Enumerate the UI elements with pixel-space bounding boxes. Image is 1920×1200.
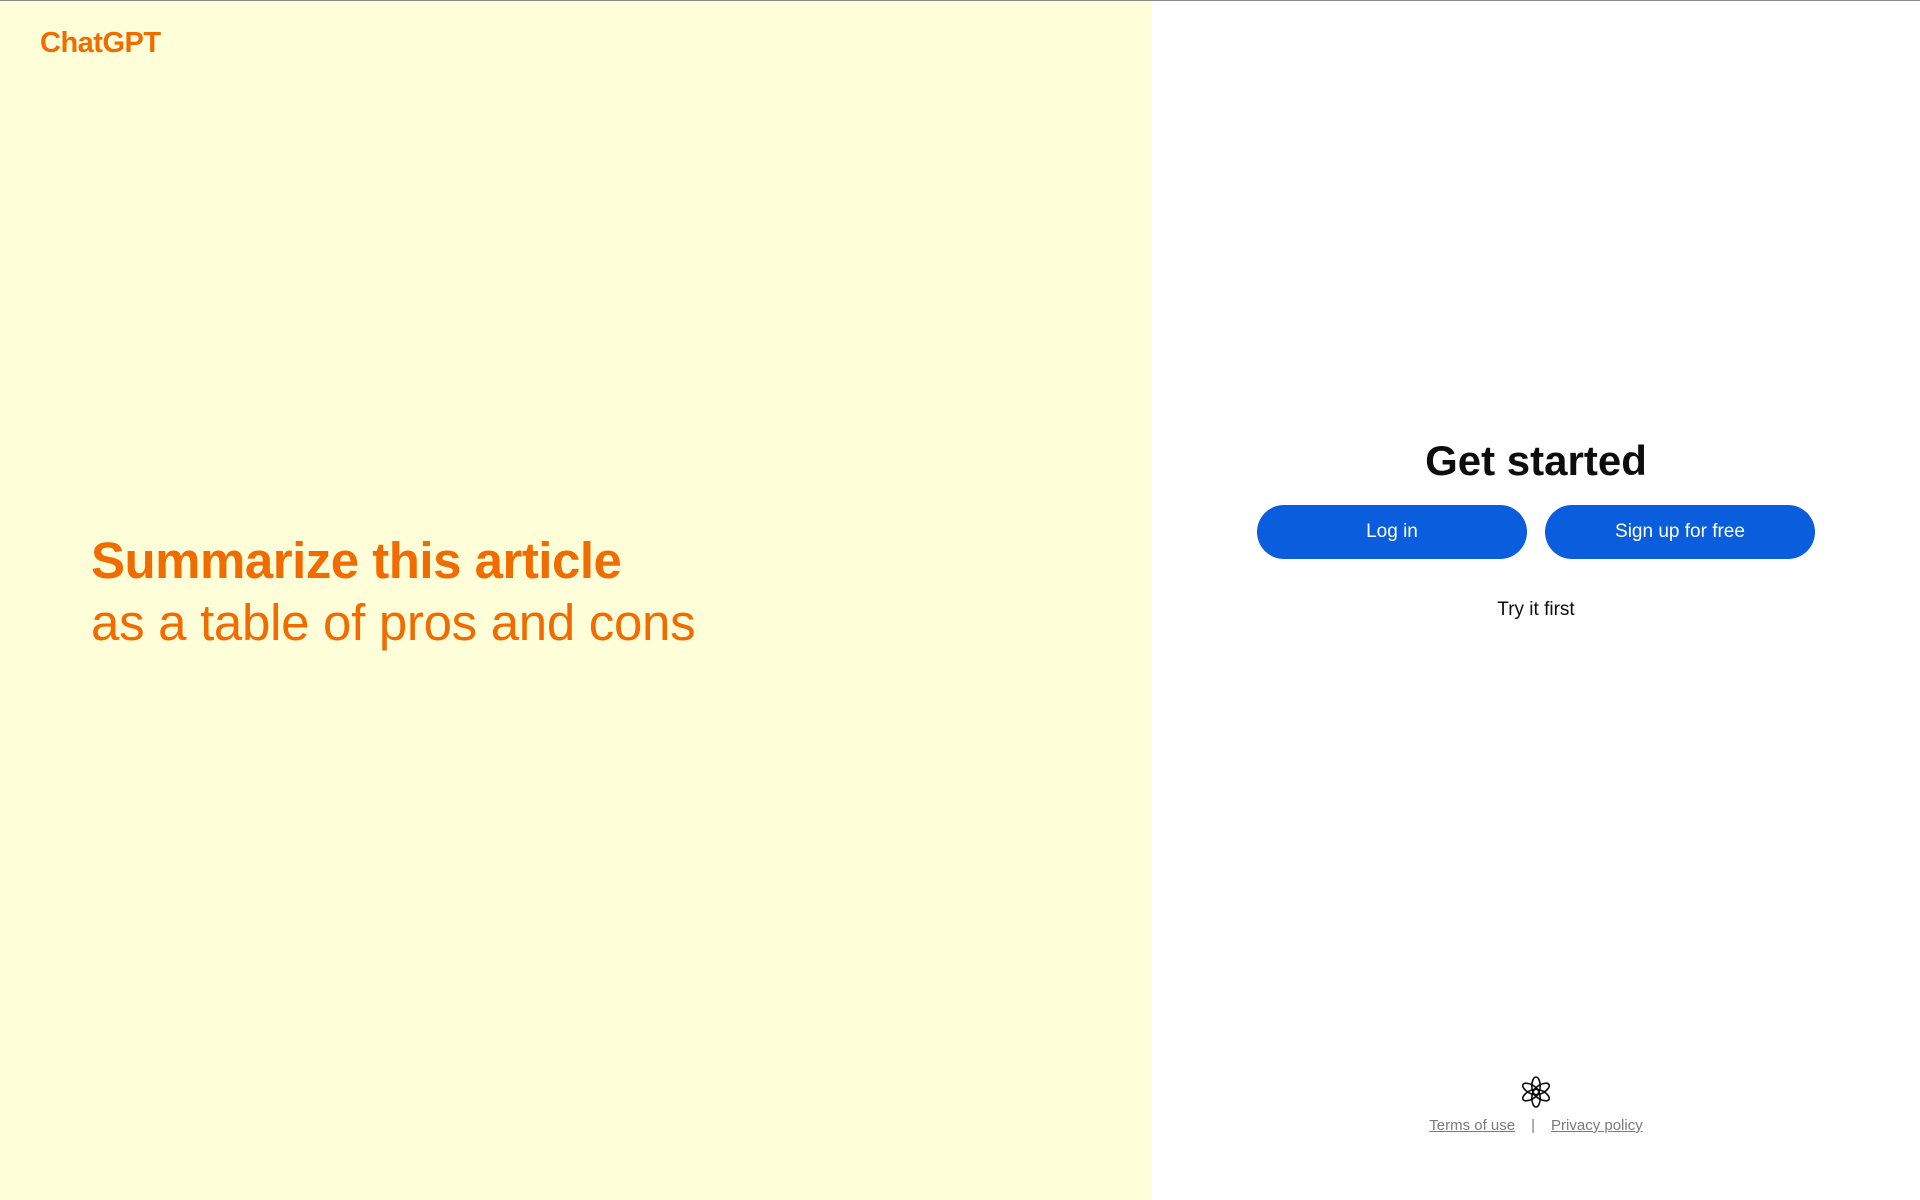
page: ChatGPT Summarize this article as a tabl… [0,0,1920,1200]
login-button[interactable]: Log in [1257,505,1527,559]
footer-separator: | [1531,1117,1536,1134]
right-panel: Get started Log in Sign up for free Try … [1152,1,1920,1200]
auth-section: Get started Log in Sign up for free Try … [1152,435,1920,621]
privacy-policy-link[interactable]: Privacy policy [1551,1117,1643,1134]
auth-buttons: Log in Sign up for free [1257,505,1815,559]
hero-prompt: Summarize this article as a table of pro… [91,530,696,654]
footer-links: Terms of use | Privacy policy [1429,1117,1642,1134]
try-it-first-link[interactable]: Try it first [1497,599,1574,621]
left-panel: ChatGPT Summarize this article as a tabl… [0,1,1152,1200]
hero-line-bold: Summarize this article [91,532,622,589]
brand-logo[interactable]: ChatGPT [40,27,161,60]
terms-of-use-link[interactable]: Terms of use [1429,1117,1515,1134]
signup-button[interactable]: Sign up for free [1545,505,1815,559]
openai-logo-icon [1521,1076,1551,1108]
page-title: Get started [1425,437,1647,484]
footer: Terms of use | Privacy policy [1152,1075,1920,1134]
hero-line-regular: as a table of pros and cons [91,594,696,651]
